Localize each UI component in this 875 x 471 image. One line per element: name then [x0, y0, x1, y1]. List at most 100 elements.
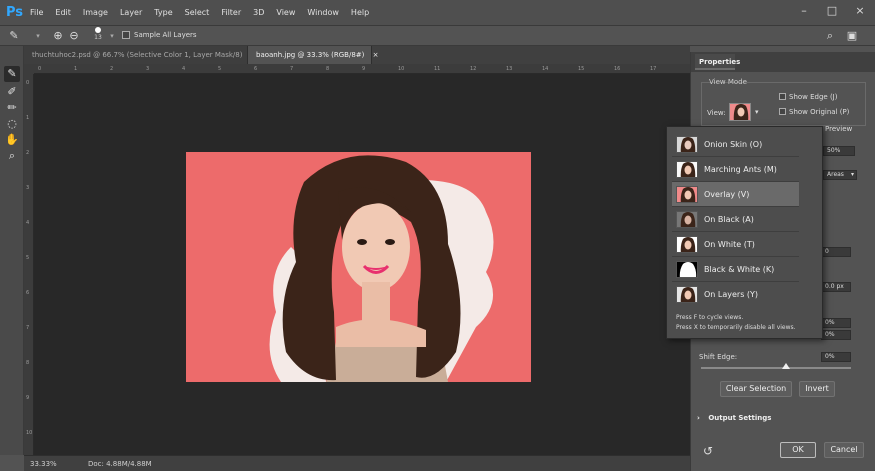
areas-dropdown-arrow-icon: ▾ — [850, 171, 854, 178]
refine-edge-brush-icon[interactable]: ✐ — [4, 84, 20, 100]
tab-thuchtuhoc2[interactable]: thuchtuhoc2.psd @ 66.7% (Selective Color… — [24, 46, 257, 64]
brush-tool-preset-icon[interactable]: ✎ — [6, 28, 22, 44]
brush-size-picker[interactable]: 13 — [92, 27, 104, 41]
ruler-tick-label: 14 — [542, 66, 549, 72]
ruler-tick-label: 3 — [146, 66, 150, 72]
ok-button[interactable]: OK — [780, 442, 816, 458]
opacity-field[interactable]: 50% — [823, 146, 855, 156]
lasso-tool-icon[interactable]: ◌ — [4, 116, 20, 132]
on-layers-thumb-icon — [676, 286, 698, 303]
show-original-label: Show Original (P) — [789, 108, 850, 116]
view-mode-group — [701, 82, 866, 126]
show-original-checkbox[interactable] — [779, 108, 786, 115]
cancel-button[interactable]: Cancel — [824, 442, 864, 458]
view-mode-label: View Mode — [709, 78, 747, 86]
photoshop-logo: Ps — [6, 5, 24, 20]
ruler-tick-label: 2 — [26, 150, 30, 156]
ruler-tick-label: 4 — [26, 220, 30, 226]
feather-field[interactable]: 0% — [821, 318, 851, 328]
view-option-on-white[interactable]: On White (T) — [672, 232, 799, 257]
view-mode-thumbnail[interactable] — [729, 103, 751, 121]
menu-window[interactable]: Window — [307, 8, 339, 17]
chevron-right-icon: › — [697, 414, 700, 422]
zoom-level[interactable]: 33.33% — [30, 460, 57, 468]
view-option-label: Black & White (K) — [704, 264, 775, 274]
ruler-tick-label: 5 — [26, 255, 30, 261]
menu-image[interactable]: Image — [83, 8, 108, 17]
preview-label: Preview — [825, 125, 853, 133]
preset-arrow-icon[interactable]: ▾ — [30, 28, 46, 44]
view-option-label: On Layers (Y) — [704, 290, 759, 299]
smooth-field[interactable]: 0.0 px — [821, 282, 851, 292]
menu-type[interactable]: Type — [154, 8, 172, 17]
ruler-tick-label: 8 — [326, 66, 330, 72]
ruler-tick-label: 2 — [110, 66, 114, 72]
close-tab-icon[interactable]: × — [373, 51, 379, 59]
view-option-on-black[interactable]: On Black (A) — [672, 207, 799, 232]
menu-layer[interactable]: Layer — [120, 8, 142, 17]
close-window-button[interactable]: × — [853, 4, 867, 18]
quick-selection-tool-icon[interactable]: ✎ — [4, 66, 20, 82]
view-option-marching-ants[interactable]: Marching Ants (M) — [672, 157, 799, 182]
ruler-tick-label: 8 — [26, 360, 30, 366]
menu-filter[interactable]: Filter — [221, 8, 241, 17]
subtract-from-selection-icon[interactable]: ⊖ — [66, 28, 82, 44]
view-dropdown-arrow-icon[interactable]: ▾ — [755, 108, 759, 116]
menu-view[interactable]: View — [276, 8, 295, 17]
ruler-tick-label: 7 — [26, 325, 30, 331]
menu-file[interactable]: File — [30, 8, 43, 17]
workspace-icon[interactable]: ▣ — [844, 28, 860, 44]
shift-edge-field[interactable]: 0% — [821, 352, 851, 362]
shift-edge-slider-handle[interactable] — [782, 363, 790, 369]
view-option-label: Onion Skin (O) — [704, 139, 763, 149]
clear-selection-button[interactable]: Clear Selection — [720, 381, 792, 397]
tools-panel: ✎ ✐ ✏ ◌ ✋ ⌕ — [0, 46, 24, 455]
ruler-corner — [24, 64, 34, 74]
shift-edge-slider[interactable] — [701, 363, 851, 369]
ruler-tick-label: 9 — [26, 395, 30, 401]
ruler-tick-label: 11 — [434, 66, 441, 72]
status-bar: 33.33% Doc: 4.88M/4.88M — [24, 455, 690, 471]
view-mode-hint: Press F to cycle views. Press X to tempo… — [676, 313, 796, 333]
areas-value: Areas — [827, 171, 844, 178]
add-to-selection-icon[interactable]: ⊕ — [50, 28, 66, 44]
brush-dot-icon — [95, 27, 101, 33]
menu-select[interactable]: Select — [185, 8, 210, 17]
zoom-tool-icon[interactable]: ⌕ — [4, 148, 20, 164]
brush-tool-icon[interactable]: ✏ — [4, 100, 20, 116]
ruler-tick-label: 16 — [614, 66, 621, 72]
brush-size-arrow-icon[interactable]: ▾ — [104, 28, 120, 44]
reset-back-icon[interactable]: ↺ — [703, 444, 713, 458]
view-option-onion-skin[interactable]: Onion Skin (O) — [672, 132, 799, 157]
document-photo[interactable] — [186, 152, 531, 382]
menu-help[interactable]: Help — [351, 8, 369, 17]
minimize-button[interactable]: – — [797, 4, 811, 18]
view-option-black-white[interactable]: Black & White (K) — [672, 257, 799, 282]
restore-button[interactable]: □ — [825, 4, 839, 18]
view-mode-dropdown: Onion Skin (O) Marching Ants (M) Overlay… — [666, 126, 823, 339]
portrait-illustration — [269, 155, 494, 382]
ruler-tick-label: 17 — [650, 66, 657, 72]
onion-skin-thumb-icon — [676, 135, 698, 153]
output-settings-section[interactable]: › Output Settings — [697, 414, 771, 422]
contrast-field[interactable]: 0% — [821, 330, 851, 340]
tab-baoanh[interactable]: baoanh.jpg @ 33.3% (RGB/8#) × — [248, 46, 379, 64]
menu-edit[interactable]: Edit — [55, 8, 71, 17]
areas-dropdown[interactable]: Areas ▾ — [823, 170, 857, 180]
show-edge-checkbox[interactable] — [779, 93, 786, 100]
view-option-on-layers[interactable]: On Layers (Y) — [672, 282, 799, 307]
menu-3d[interactable]: 3D — [253, 8, 264, 17]
view-option-label: Marching Ants (M) — [704, 164, 777, 174]
invert-button[interactable]: Invert — [799, 381, 835, 397]
tab-properties[interactable]: Properties — [695, 54, 740, 70]
ruler-tick-label: 3 — [26, 185, 30, 191]
search-icon[interactable]: ⌕ — [822, 28, 838, 44]
view-option-overlay[interactable]: Overlay (V) — [672, 182, 799, 207]
canvas-area[interactable] — [34, 74, 690, 455]
hint-line-disable: Press X to temporarily disable all views… — [676, 324, 796, 331]
hand-tool-icon[interactable]: ✋ — [4, 132, 20, 148]
sample-all-layers-checkbox[interactable] — [122, 31, 130, 39]
radius-field[interactable]: 0 — [821, 247, 851, 257]
black-white-thumb-icon — [676, 260, 698, 278]
tab-label: thuchtuhoc2.psd @ 66.7% (Selective Color… — [32, 51, 243, 59]
